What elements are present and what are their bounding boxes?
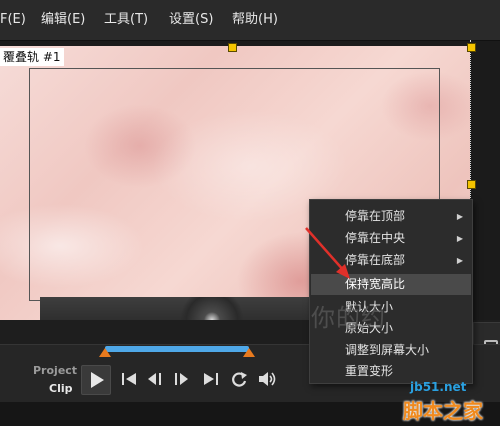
repeat-button[interactable] bbox=[228, 367, 250, 391]
menu-help[interactable]: 帮助(H) bbox=[232, 0, 278, 40]
volume-icon bbox=[259, 372, 276, 386]
menu-item-label: 保持宽高比 bbox=[345, 277, 406, 291]
resize-handle-right[interactable] bbox=[467, 180, 476, 189]
volume-button[interactable] bbox=[256, 367, 278, 391]
go-to-end-button[interactable] bbox=[200, 367, 222, 391]
next-frame-button[interactable] bbox=[170, 367, 192, 391]
menu-item-label: 停靠在底部 bbox=[345, 253, 406, 267]
resize-handle-top-right[interactable] bbox=[467, 43, 476, 52]
submenu-arrow-icon: ▶ bbox=[456, 256, 463, 265]
menu-file[interactable]: F(E) bbox=[0, 0, 26, 40]
go-to-start-icon bbox=[122, 373, 136, 385]
menu-edit[interactable]: 编辑(E) bbox=[41, 0, 85, 40]
trim-end-marker[interactable] bbox=[243, 348, 255, 357]
menu-settings[interactable]: 设置(S) bbox=[169, 0, 213, 40]
previous-frame-icon bbox=[148, 373, 161, 385]
site-watermark: jb51.net bbox=[410, 380, 467, 394]
menu-tools[interactable]: 工具(T) bbox=[104, 0, 148, 40]
author-watermark: 你的约 bbox=[311, 304, 386, 332]
submenu-arrow-icon: ▶ bbox=[456, 212, 463, 221]
resize-handle-top[interactable] bbox=[228, 43, 237, 52]
submenu-arrow-icon: ▶ bbox=[456, 234, 463, 243]
menu-item-keep-aspect-ratio[interactable]: 保持宽高比 bbox=[311, 274, 471, 295]
menu-item-dock-bottom[interactable]: 停靠在底部 ▶ bbox=[311, 250, 471, 271]
play-button[interactable] bbox=[81, 365, 111, 395]
menu-item-fit-to-screen[interactable]: 调整到屏幕大小 bbox=[311, 340, 471, 361]
menu-item-dock-center[interactable]: 停靠在中央 ▶ bbox=[311, 228, 471, 249]
trim-range[interactable] bbox=[105, 346, 249, 352]
brand-watermark: 脚本之家 bbox=[403, 399, 483, 423]
go-to-start-button[interactable] bbox=[118, 367, 140, 391]
menu-item-label: 停靠在顶部 bbox=[345, 209, 406, 223]
trim-start-marker[interactable] bbox=[99, 348, 111, 357]
menu-item-label: 调整到屏幕大小 bbox=[345, 343, 430, 357]
play-icon bbox=[91, 372, 104, 388]
overlay-track-label: 覆叠轨 #1 bbox=[0, 48, 64, 66]
previous-frame-button[interactable] bbox=[144, 367, 166, 391]
menu-bar: F(E) 编辑(E) 工具(T) 设置(S) 帮助(H) bbox=[0, 0, 500, 41]
repeat-icon bbox=[232, 372, 247, 387]
menu-item-label: 重置变形 bbox=[345, 364, 394, 378]
mode-clip[interactable]: Clip bbox=[49, 382, 73, 395]
menu-item-dock-top[interactable]: 停靠在顶部 ▶ bbox=[311, 206, 471, 227]
next-frame-icon bbox=[175, 373, 188, 385]
go-to-end-icon bbox=[204, 373, 218, 385]
mode-project[interactable]: Project bbox=[33, 364, 77, 377]
menu-item-label: 停靠在中央 bbox=[345, 231, 406, 245]
menu-item-reset-transform[interactable]: 重置变形 bbox=[311, 361, 471, 382]
context-menu: 停靠在顶部 ▶ 停靠在中央 ▶ 停靠在底部 ▶ 保持宽高比 默认大小 原始大小 … bbox=[309, 199, 473, 384]
